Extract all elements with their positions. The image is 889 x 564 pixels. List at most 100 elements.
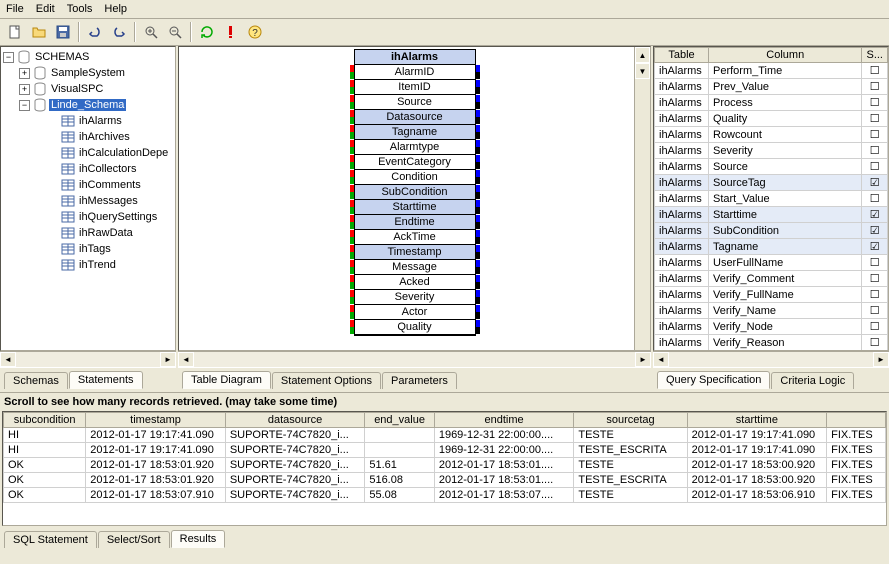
- tab-criteria-logic[interactable]: Criteria Logic: [771, 372, 854, 389]
- results-row[interactable]: HI2012-01-17 19:17:41.090SUPORTE-74C7820…: [4, 428, 886, 443]
- results-header[interactable]: timestamp: [86, 413, 226, 428]
- results-header[interactable]: end_value: [365, 413, 435, 428]
- tab-select-sort[interactable]: Select/Sort: [98, 531, 170, 548]
- col-header-table[interactable]: Table: [655, 48, 709, 63]
- menu-tools[interactable]: Tools: [67, 3, 93, 15]
- cell-checkbox[interactable]: ☐: [862, 319, 888, 335]
- grid-row[interactable]: ihAlarmsQuality☐: [655, 111, 888, 127]
- redo-icon[interactable]: [108, 21, 130, 43]
- grid-row[interactable]: ihAlarmsVerify_Node☐: [655, 319, 888, 335]
- tree-node[interactable]: VisualSPC: [49, 83, 105, 95]
- grid-row[interactable]: ihAlarmsVerify_Comment☐: [655, 271, 888, 287]
- diagram-field[interactable]: Endtime: [355, 215, 475, 230]
- grid-row[interactable]: ihAlarmsUserFullName☐: [655, 255, 888, 271]
- grid-row[interactable]: ihAlarmsPerform_Time☐: [655, 63, 888, 79]
- grid-row[interactable]: ihAlarmsSubCondition☑: [655, 223, 888, 239]
- grid-row[interactable]: ihAlarmsPrev_Value☐: [655, 79, 888, 95]
- save-icon[interactable]: [52, 21, 74, 43]
- grid-row[interactable]: ihAlarmsStart_Value☐: [655, 191, 888, 207]
- grid-row[interactable]: ihAlarmsVerify_Reason☐: [655, 335, 888, 351]
- zoom-in-icon[interactable]: [140, 21, 162, 43]
- tab-parameters[interactable]: Parameters: [382, 372, 457, 389]
- tab-query-spec[interactable]: Query Specification: [657, 371, 770, 389]
- diagram-field[interactable]: Quality: [355, 320, 475, 335]
- undo-icon[interactable]: [84, 21, 106, 43]
- col-header-s[interactable]: S...: [862, 48, 888, 63]
- tab-statement-options[interactable]: Statement Options: [272, 372, 381, 389]
- grid-row[interactable]: ihAlarmsVerify_Name☐: [655, 303, 888, 319]
- tree-leaf[interactable]: ihCalculationDepe: [77, 147, 170, 159]
- diagram-field[interactable]: Alarmtype: [355, 140, 475, 155]
- tree-leaf[interactable]: ihComments: [77, 179, 143, 191]
- cell-checkbox[interactable]: ☐: [862, 143, 888, 159]
- results-row[interactable]: OK2012-01-17 18:53:01.920SUPORTE-74C7820…: [4, 473, 886, 488]
- error-icon[interactable]: [220, 21, 242, 43]
- grid-row[interactable]: ihAlarmsSourceTag☑: [655, 175, 888, 191]
- cell-checkbox[interactable]: ☐: [862, 79, 888, 95]
- diagram-field[interactable]: Message: [355, 260, 475, 275]
- expand-icon[interactable]: +: [19, 68, 30, 79]
- diagram-field[interactable]: Acked: [355, 275, 475, 290]
- diagram-field[interactable]: Condition: [355, 170, 475, 185]
- tab-schemas[interactable]: Schemas: [4, 372, 68, 389]
- results-grid[interactable]: subconditiontimestampdatasourceend_value…: [3, 412, 886, 503]
- diagram-field[interactable]: Actor: [355, 305, 475, 320]
- diagram-field[interactable]: Datasource: [355, 110, 475, 125]
- schema-tree[interactable]: −SCHEMAS+SampleSystem+VisualSPC−Linde_Sc…: [1, 47, 175, 275]
- cell-checkbox[interactable]: ☐: [862, 63, 888, 79]
- diagram-field[interactable]: Tagname: [355, 125, 475, 140]
- results-header[interactable]: sourcetag: [574, 413, 687, 428]
- tab-table-diagram[interactable]: Table Diagram: [182, 371, 271, 389]
- grid-row[interactable]: ihAlarmsSeverity☐: [655, 143, 888, 159]
- results-header[interactable]: endtime: [434, 413, 574, 428]
- results-header[interactable]: subcondition: [4, 413, 86, 428]
- cell-checkbox[interactable]: ☐: [862, 191, 888, 207]
- cell-checkbox[interactable]: ☐: [862, 287, 888, 303]
- zoom-out-icon[interactable]: [164, 21, 186, 43]
- open-folder-icon[interactable]: [28, 21, 50, 43]
- diagram-field[interactable]: AckTime: [355, 230, 475, 245]
- tree-leaf[interactable]: ihCollectors: [77, 163, 138, 175]
- cell-checkbox[interactable]: ☐: [862, 159, 888, 175]
- expand-icon[interactable]: −: [3, 52, 14, 63]
- grid-row[interactable]: ihAlarmsProcess☐: [655, 95, 888, 111]
- refresh-icon[interactable]: [196, 21, 218, 43]
- grid-row[interactable]: ihAlarmsStarttime☑: [655, 207, 888, 223]
- tree-leaf[interactable]: ihArchives: [77, 131, 132, 143]
- results-row[interactable]: OK2012-01-17 18:53:07.910SUPORTE-74C7820…: [4, 488, 886, 503]
- tab-statements[interactable]: Statements: [69, 371, 143, 389]
- column-grid[interactable]: Table Column S... ihAlarmsPerform_Time☐i…: [654, 47, 888, 351]
- cell-checkbox[interactable]: ☐: [862, 127, 888, 143]
- table-diagram[interactable]: ihAlarms AlarmIDItemIDSourceDatasourceTa…: [354, 49, 476, 336]
- diagram-field[interactable]: Source: [355, 95, 475, 110]
- menu-file[interactable]: File: [6, 3, 24, 15]
- diagram-field[interactable]: Timestamp: [355, 245, 475, 260]
- new-file-icon[interactable]: [4, 21, 26, 43]
- cell-checkbox[interactable]: ☐: [862, 95, 888, 111]
- cell-checkbox[interactable]: ☐: [862, 255, 888, 271]
- tree-leaf[interactable]: ihTrend: [77, 259, 118, 271]
- hscroll[interactable]: ◄►: [0, 351, 176, 367]
- cell-checkbox[interactable]: ☐: [862, 335, 888, 351]
- cell-checkbox[interactable]: ☑: [862, 175, 888, 191]
- diagram-field[interactable]: SubCondition: [355, 185, 475, 200]
- tree-root[interactable]: SCHEMAS: [33, 51, 91, 63]
- results-header[interactable]: [827, 413, 886, 428]
- grid-row[interactable]: ihAlarmsSource☐: [655, 159, 888, 175]
- expand-icon[interactable]: +: [19, 84, 30, 95]
- tree-node[interactable]: Linde_Schema: [49, 99, 126, 111]
- cell-checkbox[interactable]: ☑: [862, 207, 888, 223]
- tree-leaf[interactable]: ihQuerySettings: [77, 211, 159, 223]
- grid-row[interactable]: ihAlarmsVerify_FullName☐: [655, 287, 888, 303]
- tree-leaf[interactable]: ihAlarms: [77, 115, 124, 127]
- cell-checkbox[interactable]: ☐: [862, 271, 888, 287]
- diagram-field[interactable]: Starttime: [355, 200, 475, 215]
- diagram-field[interactable]: EventCategory: [355, 155, 475, 170]
- expand-icon[interactable]: −: [19, 100, 30, 111]
- tab-results[interactable]: Results: [171, 530, 226, 548]
- diagram-field[interactable]: ItemID: [355, 80, 475, 95]
- diagram-field[interactable]: Severity: [355, 290, 475, 305]
- hscroll-mid[interactable]: ◄►: [178, 351, 651, 367]
- cell-checkbox[interactable]: ☐: [862, 303, 888, 319]
- cell-checkbox[interactable]: ☑: [862, 239, 888, 255]
